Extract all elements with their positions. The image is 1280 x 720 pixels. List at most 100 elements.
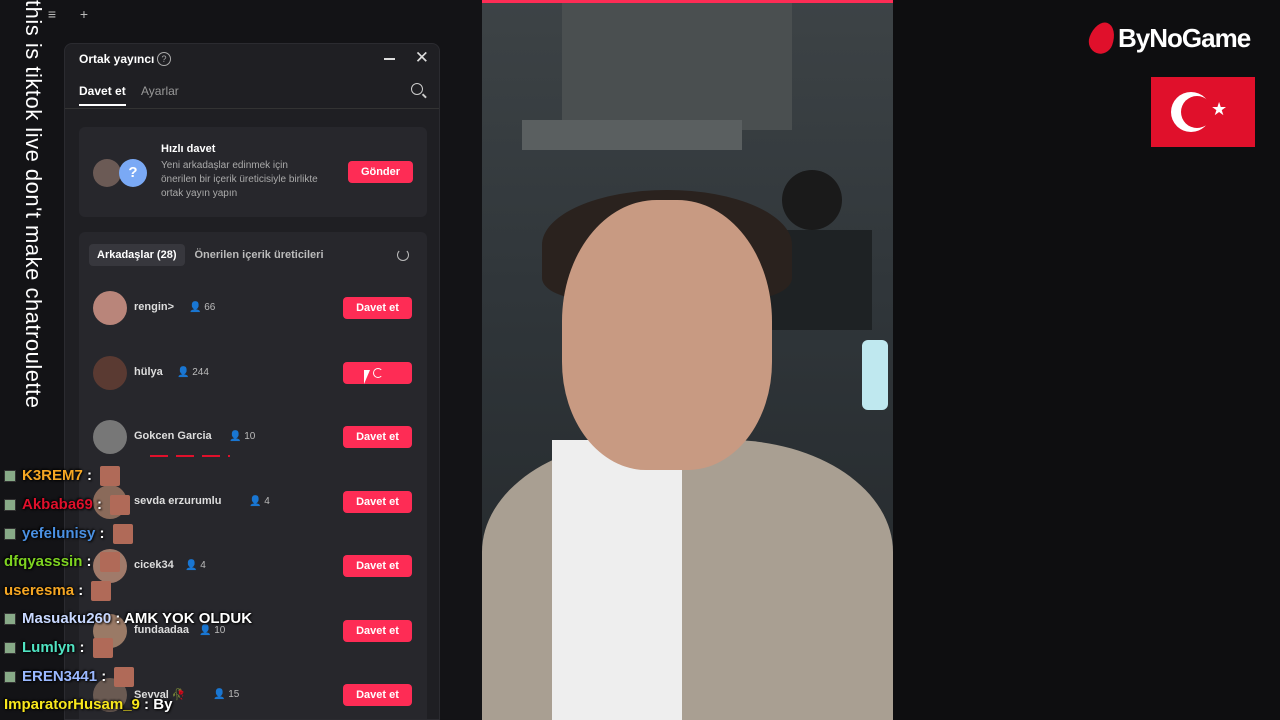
video-person-shirt — [552, 440, 682, 720]
panel-tabs: Davet et Ayarlar — [65, 74, 439, 109]
underline-decoration — [150, 455, 230, 457]
tab-suggested-creators[interactable]: Önerilen içerik üreticileri — [191, 244, 328, 266]
emote-icon — [99, 552, 120, 572]
chat-line: useresma : — [4, 581, 112, 601]
emote-icon — [100, 466, 121, 486]
badge-icon — [4, 642, 16, 654]
list-item: sevda erzurumlu 👤 4 Davet et — [93, 483, 415, 523]
video-plush-toy — [782, 170, 842, 230]
quick-invite-card: ? Hızlı davet Yeni arkadaşlar edinmek iç… — [79, 127, 427, 217]
chat-line: ImparatorHusam_9 : By — [4, 696, 173, 713]
chat-message: By — [153, 696, 173, 713]
friend-name: cicek34 — [134, 559, 174, 571]
friends-tabs: Arkadaşlar (28) Önerilen içerik üreticil… — [89, 244, 328, 266]
video-person-body — [482, 440, 893, 720]
chat-user: dfqyasssin — [4, 552, 83, 570]
follower-count: 👤 15 — [213, 689, 240, 700]
avatar — [93, 420, 127, 454]
emote-icon — [114, 667, 135, 687]
search-icon[interactable] — [411, 83, 423, 95]
video-top-bar — [482, 0, 893, 3]
follower-count: 👤 10 — [229, 431, 256, 442]
chat-user: useresma — [4, 581, 75, 599]
send-button[interactable]: Gönder — [348, 161, 413, 183]
brand-logo: ByNoGame — [1085, 18, 1251, 58]
list-item: rengin> 👤 66 Davet et — [93, 289, 415, 329]
friend-name: Gokcen Garcia — [134, 430, 212, 442]
emote-icon — [91, 581, 112, 601]
overlay-vertical-text: this is tiktok live don't make chatroule… — [21, 0, 46, 409]
follower-count: 👤 4 — [185, 560, 206, 571]
flag-crescent-cut — [1181, 96, 1213, 128]
chat-user: Masuaku260 — [22, 610, 112, 627]
chat-user: Lumlyn — [22, 638, 76, 656]
tab-friends[interactable]: Arkadaşlar (28) — [89, 244, 185, 266]
chat-user: Akbaba69 — [22, 495, 93, 513]
turkey-flag-icon: ★ — [1151, 77, 1255, 147]
chat-user: yefelunisy — [22, 524, 96, 542]
list-icon[interactable]: ≡ — [44, 6, 60, 22]
invite-button[interactable]: Davet et — [343, 684, 412, 706]
quick-invite-title: Hızlı davet — [161, 143, 216, 155]
chat-line: K3REM7 : — [4, 466, 121, 486]
mouse-cursor-icon — [364, 370, 370, 384]
invite-button[interactable]: Davet et — [343, 426, 412, 448]
avatar — [93, 356, 127, 390]
chat-message: AMK YOK OLDUK — [124, 610, 253, 627]
video-cabinet — [562, 0, 792, 130]
video-person-head — [562, 200, 772, 470]
badge-icon — [4, 499, 16, 511]
video-hood — [522, 120, 742, 150]
emote-icon — [110, 495, 131, 515]
emote-icon — [112, 524, 133, 544]
quick-invite-description: Yeni arkadaşlar edinmek için önerilen bi… — [161, 160, 318, 199]
help-icon[interactable]: ? — [157, 52, 171, 66]
chat-user: EREN3441 — [22, 667, 98, 685]
follower-count: 👤 66 — [189, 302, 216, 313]
invite-button[interactable]: Davet et — [343, 620, 412, 642]
emote-icon — [92, 638, 113, 658]
tab-invite[interactable]: Davet et — [79, 84, 126, 106]
chat-line: Akbaba69 : — [4, 495, 131, 515]
loading-spinner-icon — [372, 368, 383, 379]
badge-icon — [4, 528, 16, 540]
friend-name: rengin> — [134, 301, 175, 313]
invite-button-loading[interactable] — [343, 362, 412, 384]
badge-icon — [4, 470, 16, 482]
plus-icon[interactable]: + — [76, 6, 92, 22]
tab-settings[interactable]: Ayarlar — [141, 84, 179, 98]
question-avatar-icon: ? — [119, 159, 147, 187]
refresh-icon[interactable] — [397, 249, 409, 261]
friend-name: sevda erzurumlu — [134, 495, 222, 507]
chat-line: Masuaku260 : AMK YOK OLDUK — [4, 610, 252, 627]
badge-icon — [4, 671, 16, 683]
avatar — [93, 159, 121, 187]
friends-card: Arkadaşlar (28) Önerilen içerik üreticil… — [79, 232, 427, 719]
panel-title: Ortak yayıncı — [79, 52, 155, 66]
top-toolbar: ≡ + — [44, 6, 92, 22]
friend-name: hülya — [134, 366, 163, 378]
chat-line: Lumlyn : — [4, 638, 113, 658]
flag-star-icon: ★ — [1211, 99, 1228, 119]
badge-icon — [4, 613, 16, 626]
minimize-icon[interactable] — [384, 58, 395, 60]
brand-name: ByNoGame — [1118, 22, 1251, 53]
video-lamp — [862, 340, 888, 410]
invite-button[interactable]: Davet et — [343, 555, 412, 577]
chat-user: K3REM7 — [22, 466, 83, 484]
invite-button[interactable]: Davet et — [343, 297, 412, 319]
brand-icon — [1085, 18, 1119, 58]
panel-header: Ortak yayıncı ? ✕ — [65, 44, 439, 74]
chat-line: yefelunisy : — [4, 524, 133, 544]
invite-button[interactable]: Davet et — [343, 491, 412, 513]
chat-line: EREN3441 : — [4, 667, 135, 687]
list-item: Gokcen Garcia 👤 10 Davet et — [93, 418, 415, 458]
avatar — [93, 291, 127, 325]
chat-line: dfqyasssin : — [4, 552, 120, 572]
list-item: cicek34 👤 4 Davet et — [93, 547, 415, 587]
webcam-video — [482, 0, 893, 720]
follower-count: 👤 4 — [249, 496, 270, 507]
chat-user: ImparatorHusam_9 — [4, 696, 140, 713]
follower-count: 👤 244 — [177, 367, 209, 378]
close-icon[interactable]: ✕ — [415, 48, 429, 68]
